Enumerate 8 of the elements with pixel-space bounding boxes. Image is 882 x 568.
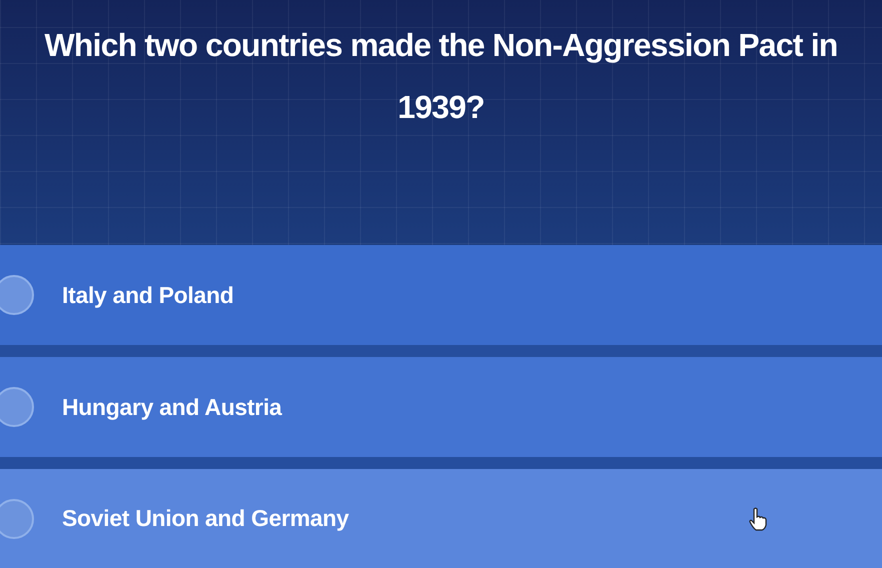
radio-circle-icon (0, 387, 34, 427)
answer-option[interactable]: Soviet Union and Germany (0, 469, 882, 568)
answer-option[interactable]: Italy and Poland (0, 245, 882, 345)
answer-option[interactable]: Hungary and Austria (0, 357, 882, 457)
radio-circle-icon (0, 275, 34, 315)
radio-circle-icon (0, 498, 34, 538)
hand-pointer-icon (748, 507, 768, 531)
question-text: Which two countries made the Non-Aggression Pact in 1939? (43, 26, 839, 127)
